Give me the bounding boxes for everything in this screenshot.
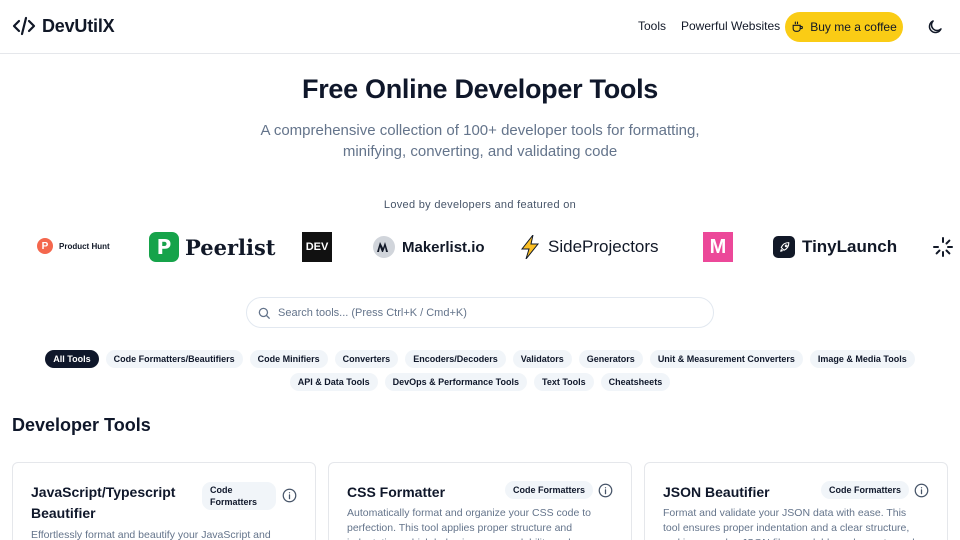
chip-all-tools[interactable]: All Tools [45, 350, 99, 368]
card-category-badge: Code Formatters [202, 482, 276, 510]
m-mark-icon: M [703, 232, 733, 262]
card-description: Automatically format and organize your C… [347, 507, 591, 540]
sideprojectors-label: SideProjectors [548, 237, 659, 256]
tool-search-box[interactable] [246, 297, 714, 328]
chip-code-minifiers[interactable]: Code Minifiers [249, 350, 328, 368]
producthunt-label: Product Hunt [59, 241, 110, 251]
dev-logo[interactable]: DEV [302, 232, 332, 262]
makerlist-logo[interactable]: Makerlist.io [373, 236, 485, 258]
coffee-button-label: Buy me a coffee [810, 20, 897, 34]
chip-generators[interactable]: Generators [578, 350, 643, 368]
section-title: Developer Tools [12, 415, 151, 435]
peerlist-mark-icon: P [149, 232, 179, 262]
card-title: CSS Formatter [347, 484, 446, 500]
tinylaunch-label: TinyLaunch [802, 237, 898, 256]
brand-name: DevUtilX [42, 15, 115, 36]
info-icon[interactable] [914, 483, 929, 498]
tinylaunch-logo[interactable]: TinyLaunch [773, 236, 897, 258]
peerlist-logo[interactable]: P Peerlist [149, 232, 276, 262]
top-navbar: DevUtilX Tools Powerful Websites Buy me … [0, 0, 960, 54]
chip-api-data-tools[interactable]: API & Data Tools [289, 373, 378, 391]
info-icon[interactable] [598, 483, 613, 498]
moon-icon[interactable] [926, 18, 944, 36]
card-description: Format and validate your JSON data with … [663, 507, 917, 540]
producthunt-logo[interactable]: P Product Hunt [37, 238, 110, 254]
loader-icon [933, 237, 953, 257]
tool-card-json-beautifier[interactable]: JSON Beautifier Code Formatters Format a… [644, 462, 948, 540]
card-category-badge: Code Formatters [505, 481, 594, 499]
spinner-logo[interactable] [933, 237, 953, 257]
chip-code-formatters[interactable]: Code Formatters/Beautifiers [105, 350, 243, 368]
peerlist-label: Peerlist [185, 234, 276, 260]
info-icon[interactable] [282, 488, 297, 503]
page-title: Free Online Developer Tools [302, 74, 658, 104]
chip-image-media-tools[interactable]: Image & Media Tools [809, 350, 915, 368]
card-title: JSON Beautifier [663, 484, 770, 500]
coffee-cup-icon [792, 21, 804, 32]
featured-on-label: Loved by developers and featured on [383, 199, 577, 211]
sideprojectors-logo[interactable]: SideProjectors [519, 235, 659, 259]
card-category-badge: Code Formatters [821, 481, 910, 499]
chip-validators[interactable]: Validators [512, 350, 572, 368]
category-filter: All Tools Code Formatters/Beautifiers Co… [40, 350, 920, 391]
search-input[interactable] [278, 306, 698, 319]
makerlist-label: Makerlist.io [402, 238, 485, 256]
page-subtitle: A comprehensive collection of 100+ devel… [260, 122, 700, 160]
chip-cheatsheets[interactable]: Cheatsheets [600, 373, 671, 391]
chip-text-tools[interactable]: Text Tools [534, 373, 594, 391]
dev-label: DEV [302, 232, 332, 262]
chip-converters[interactable]: Converters [334, 350, 399, 368]
chip-devops-performance[interactable]: DevOps & Performance Tools [384, 373, 527, 391]
nav-tools-link[interactable]: Tools [638, 19, 666, 33]
tool-card-css-formatter[interactable]: CSS Formatter Code Formatters Automatica… [328, 462, 632, 540]
m-logo[interactable]: M [703, 232, 733, 262]
brand-logo[interactable]: DevUtilX [12, 14, 115, 38]
lightning-icon [520, 235, 540, 259]
card-title: JavaScript/Typescript Beautifier [31, 484, 176, 521]
producthunt-p-icon: P [37, 238, 53, 254]
chip-unit-converters[interactable]: Unit & Measurement Converters [649, 350, 803, 368]
buy-me-coffee-button[interactable]: Buy me a coffee [785, 12, 903, 42]
tool-card-js-beautifier[interactable]: JavaScript/Typescript Beautifier Code Fo… [12, 462, 316, 540]
chip-encoders-decoders[interactable]: Encoders/Decoders [405, 350, 506, 368]
makerlist-mark-icon [373, 236, 395, 258]
card-description: Effortlessly format and beautify your Ja… [31, 529, 271, 540]
rocket-icon [773, 236, 795, 258]
code-brackets-icon [12, 16, 36, 36]
nav-powerful-websites-link[interactable]: Powerful Websites [681, 19, 780, 33]
search-icon [258, 307, 270, 319]
